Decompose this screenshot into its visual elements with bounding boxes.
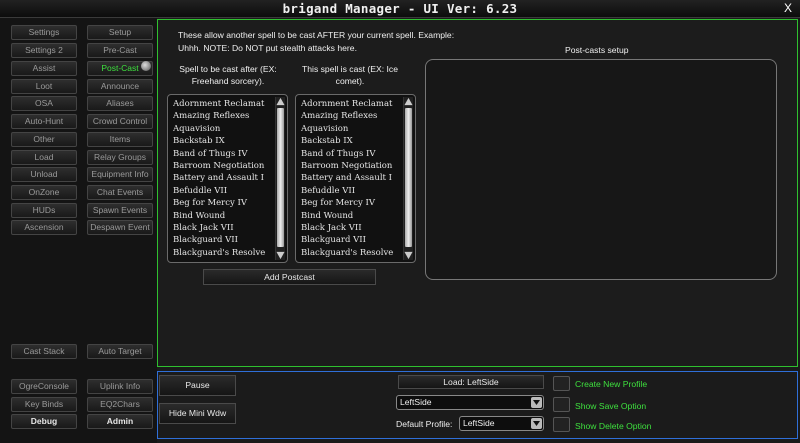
create-profile-checkbox[interactable] xyxy=(553,376,570,391)
list-item[interactable]: Blackguard VII xyxy=(173,234,273,246)
nav-items[interactable]: Items xyxy=(87,132,153,147)
profile-select[interactable]: LeftSide xyxy=(396,395,544,410)
post-casts-setup-header: Post-casts setup xyxy=(565,45,629,55)
list-item[interactable]: Befuddle VII xyxy=(173,185,273,197)
nav-aliases[interactable]: Aliases xyxy=(87,96,153,111)
nav-assist[interactable]: Assist xyxy=(11,61,77,76)
title-bar: brigand Manager - UI Ver: 6.23 X xyxy=(0,0,800,18)
nav-announce[interactable]: Announce xyxy=(87,79,153,94)
nav-other[interactable]: Other xyxy=(11,132,77,147)
nav-load[interactable]: Load xyxy=(11,150,77,165)
close-button[interactable]: X xyxy=(780,0,796,17)
list-item[interactable]: Black Jack VII xyxy=(173,222,273,234)
list-item[interactable]: Amazing Reflexes xyxy=(301,110,401,122)
list-item[interactable]: Amazing Reflexes xyxy=(173,110,273,122)
eq2chars-button[interactable]: EQ2Chars xyxy=(87,397,153,412)
cast-after-header: Spell to be cast after (EX: Freehand sor… xyxy=(179,64,277,86)
list-item[interactable]: Backstab IX xyxy=(173,135,273,147)
list-item[interactable]: Adornment Reclamat xyxy=(301,98,401,110)
list-item[interactable]: Adornment Reclamat xyxy=(173,98,273,110)
list-item[interactable]: Black Jack VII xyxy=(301,222,401,234)
show-save-checkbox[interactable] xyxy=(553,397,570,412)
list-item[interactable]: Backstab IX xyxy=(301,135,401,147)
list-item[interactable]: Blackguard's Resolve xyxy=(301,247,401,259)
debug-button[interactable]: Debug xyxy=(11,414,77,429)
add-postcast-button[interactable]: Add Postcast xyxy=(203,269,376,285)
key-binds-button[interactable]: Key Binds xyxy=(11,397,77,412)
nav-ascension[interactable]: Ascension xyxy=(11,220,77,235)
cast-stack-button[interactable]: Cast Stack xyxy=(11,344,77,359)
description-text: These allow another spell to be cast AFT… xyxy=(178,30,455,53)
scroll-up-icon[interactable] xyxy=(404,97,413,106)
list-item[interactable]: Battery and Assault I xyxy=(301,172,401,184)
show-save-label[interactable]: Show Save Option xyxy=(575,401,646,411)
spell-cast-list[interactable]: Adornment Reclamat Amazing Reflexes Aqua… xyxy=(295,94,416,263)
scroll-down-icon[interactable] xyxy=(404,251,413,260)
nav-equipment-info[interactable]: Equipment Info xyxy=(87,167,153,182)
nav-settings-2[interactable]: Settings 2 xyxy=(11,43,77,58)
nav-osa[interactable]: OSA xyxy=(11,96,77,111)
hide-mini-window-button[interactable]: Hide Mini Wdw xyxy=(159,403,236,424)
nav-setup[interactable]: Setup xyxy=(87,25,153,40)
active-indicator-icon xyxy=(141,61,151,71)
list-item[interactable]: Aquavision xyxy=(173,123,273,135)
list-item[interactable]: Bind Wound xyxy=(173,210,273,222)
list-item[interactable]: Band of Thugs IV xyxy=(301,148,401,160)
profile-select-value: LeftSide xyxy=(400,397,432,407)
uplink-info-button[interactable]: Uplink Info xyxy=(87,379,153,394)
list-item[interactable]: Battery and Assault I xyxy=(173,172,273,184)
default-profile-label: Default Profile: xyxy=(396,419,453,429)
auto-target-button[interactable]: Auto Target xyxy=(87,344,153,359)
post-casts-list[interactable] xyxy=(425,59,777,280)
scroll-down-icon[interactable] xyxy=(276,251,285,260)
scrollbar[interactable] xyxy=(275,97,285,260)
nav-huds[interactable]: HUDs xyxy=(11,203,77,218)
list-item[interactable]: Blackguard's Resolve xyxy=(173,247,273,259)
load-profile-button[interactable]: Load: LeftSide xyxy=(398,375,544,389)
window-title: brigand Manager - UI Ver: 6.23 xyxy=(282,1,518,16)
list-item[interactable]: Befuddle VII xyxy=(301,185,401,197)
scrollbar[interactable] xyxy=(403,97,413,260)
nav-chat-events[interactable]: Chat Events xyxy=(87,185,153,200)
list-item[interactable]: Bind Wound xyxy=(301,210,401,222)
list-item[interactable]: Blackguard VII xyxy=(301,234,401,246)
scroll-thumb[interactable] xyxy=(277,108,284,247)
nav-auto-hunt[interactable]: Auto-Hunt xyxy=(11,114,77,129)
chevron-down-icon[interactable] xyxy=(531,397,542,408)
create-profile-label[interactable]: Create New Profile xyxy=(575,379,647,389)
nav-pre-cast[interactable]: Pre-Cast xyxy=(87,43,153,58)
nav-settings[interactable]: Settings xyxy=(11,25,77,40)
cast-after-list[interactable]: Adornment Reclamat Amazing Reflexes Aqua… xyxy=(167,94,288,263)
ogre-console-button[interactable]: OgreConsole xyxy=(11,379,77,394)
nav-loot[interactable]: Loot xyxy=(11,79,77,94)
pause-button[interactable]: Pause xyxy=(159,375,236,396)
default-profile-value: LeftSide xyxy=(463,418,495,428)
list-item[interactable]: Barroom Negotiation xyxy=(173,160,273,172)
nav-unload[interactable]: Unload xyxy=(11,167,77,182)
list-item[interactable]: Beg for Mercy IV xyxy=(301,197,401,209)
show-delete-label[interactable]: Show Delete Option xyxy=(575,421,651,431)
spell-cast-header: This spell is cast (EX: Ice comet). xyxy=(302,64,398,86)
chevron-down-icon[interactable] xyxy=(531,418,542,429)
nav-onzone[interactable]: OnZone xyxy=(11,185,77,200)
scroll-up-icon[interactable] xyxy=(276,97,285,106)
admin-button[interactable]: Admin xyxy=(87,414,153,429)
list-item[interactable]: Beg for Mercy IV xyxy=(173,197,273,209)
scroll-thumb[interactable] xyxy=(405,108,412,247)
show-delete-checkbox[interactable] xyxy=(553,417,570,432)
list-item[interactable]: Barroom Negotiation xyxy=(301,160,401,172)
nav-despawn-event[interactable]: Despawn Event xyxy=(87,220,153,235)
nav-crowd-control[interactable]: Crowd Control xyxy=(87,114,153,129)
default-profile-select[interactable]: LeftSide xyxy=(459,416,544,431)
nav-spawn-events[interactable]: Spawn Events xyxy=(87,203,153,218)
nav-relay-groups[interactable]: Relay Groups xyxy=(87,150,153,165)
list-item[interactable]: Aquavision xyxy=(301,123,401,135)
list-item[interactable]: Band of Thugs IV xyxy=(173,148,273,160)
